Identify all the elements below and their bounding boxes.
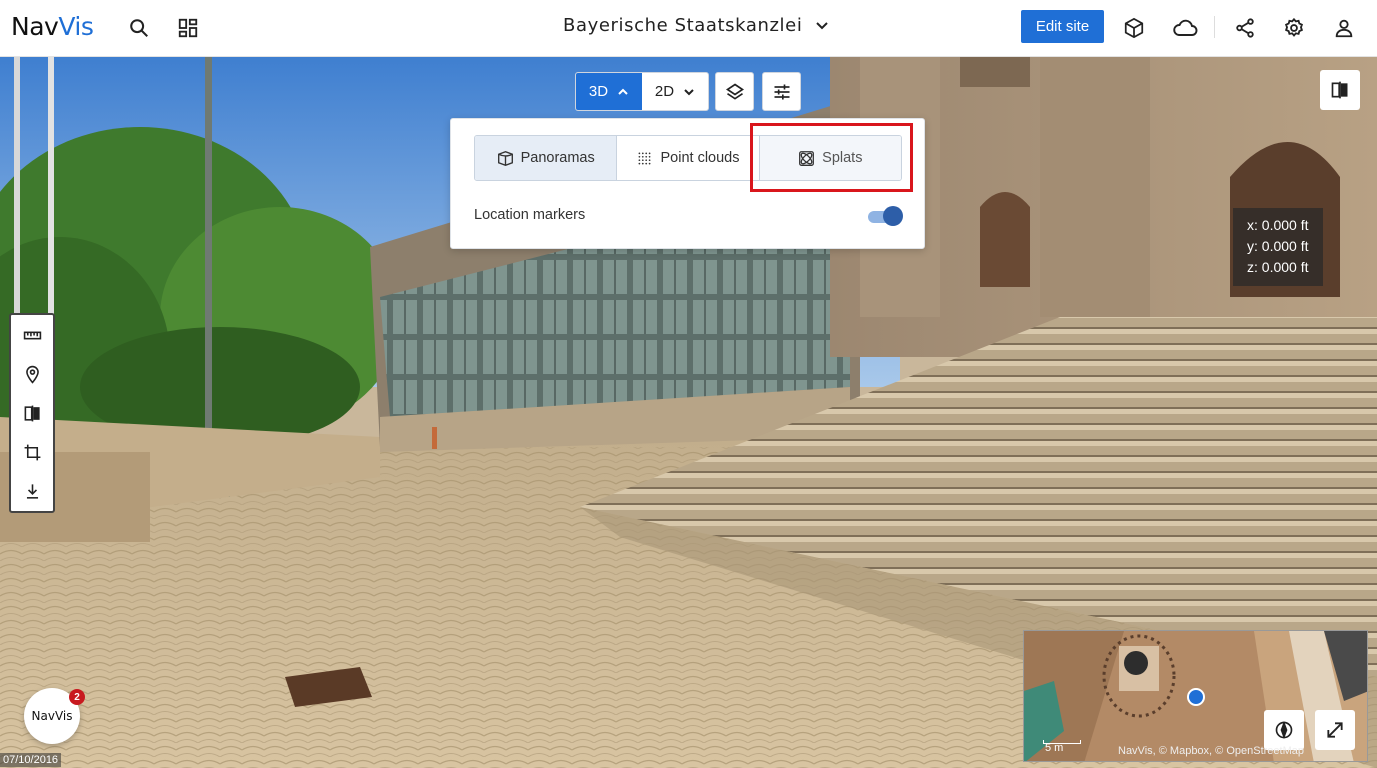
download-icon: [26, 483, 38, 499]
capture-date: 07/10/2016: [0, 753, 62, 767]
layer-option-point-clouds[interactable]: Point clouds: [617, 136, 760, 180]
filters-button[interactable]: [762, 72, 801, 111]
coord-z: z: 0.000 ft: [1247, 259, 1309, 275]
chevron-down-icon: [816, 21, 829, 29]
location-markers-toggle[interactable]: [868, 206, 903, 226]
layers-popover: Panoramas Point clouds Splats Location m…: [450, 118, 925, 249]
layers-icon: [725, 82, 744, 100]
share-icon[interactable]: [1230, 13, 1260, 43]
compare-tool-button[interactable]: [11, 393, 53, 433]
location-pin-icon: [25, 365, 39, 384]
poi-tool-button[interactable]: [11, 354, 53, 394]
splats-icon: [799, 150, 815, 166]
header-divider: [1214, 16, 1215, 38]
cloud-icon[interactable]: [1168, 13, 1202, 43]
expand-icon: [1327, 722, 1343, 738]
layer-option-label: Point clouds: [660, 150, 740, 166]
coord-x: x: 0.000 ft: [1247, 217, 1309, 233]
chevron-up-icon: [618, 88, 628, 95]
view-mode-switch: 3D 2D: [575, 72, 709, 111]
site-selector[interactable]: Bayerische Staatskanzlei: [563, 15, 830, 36]
measure-tool-button[interactable]: [11, 315, 53, 355]
point-cloud-icon: [639, 152, 651, 164]
ruler-icon: [23, 331, 41, 339]
compare-icon: [1331, 81, 1348, 99]
crop-icon: [24, 444, 40, 460]
minimap-compass-button[interactable]: [1264, 710, 1304, 750]
mode-3d-button[interactable]: 3D: [576, 73, 642, 110]
compare-icon: [24, 405, 40, 421]
layer-option-panoramas[interactable]: Panoramas: [475, 136, 618, 180]
cube-icon[interactable]: [1119, 13, 1149, 43]
layer-option-splats[interactable]: Splats: [759, 136, 901, 180]
layers-button[interactable]: [715, 72, 754, 111]
minimap-expand-button[interactable]: [1315, 710, 1355, 750]
logo-accent: Vis: [58, 12, 94, 41]
layer-type-selector: Panoramas Point clouds Splats: [474, 135, 902, 181]
user-icon[interactable]: [1329, 13, 1359, 43]
app-header: NavVis Bayerische Staatskanzlei Edit sit…: [0, 0, 1377, 57]
logo-main: Nav: [11, 12, 59, 41]
panorama-icon: [497, 150, 513, 166]
mode-3d-label: 3D: [588, 83, 609, 100]
download-tool-button[interactable]: [11, 471, 53, 511]
navvis-logo[interactable]: NavVis: [11, 12, 94, 41]
chat-label: NavVis: [31, 709, 73, 723]
mode-2d-button[interactable]: 2D: [642, 73, 708, 110]
settings-icon[interactable]: [1279, 13, 1309, 43]
layer-option-label: Splats: [822, 150, 863, 166]
left-toolbar: [9, 313, 55, 513]
compass-icon: [1275, 720, 1293, 740]
map-attribution[interactable]: NavVis, © Mapbox, © OpenStreetMap: [1118, 745, 1304, 757]
mode-2d-label: 2D: [654, 83, 675, 100]
search-icon[interactable]: [124, 13, 154, 43]
dashboard-icon[interactable]: [173, 13, 203, 43]
crop-tool-button[interactable]: [11, 432, 53, 472]
coordinates-readout: x: 0.000 ft y: 0.000 ft z: 0.000 ft: [1233, 208, 1323, 286]
coord-y: y: 0.000 ft: [1247, 238, 1309, 254]
sliders-icon: [774, 84, 789, 99]
scale-label: 5 m: [1045, 742, 1064, 754]
edit-site-button[interactable]: Edit site: [1021, 10, 1104, 43]
layer-option-label: Panoramas: [520, 150, 595, 166]
toggle-knob: [883, 206, 903, 226]
site-title: Bayerische Staatskanzlei: [563, 15, 803, 36]
location-markers-label: Location markers: [474, 207, 586, 223]
notification-badge: 2: [69, 689, 85, 705]
compare-view-button[interactable]: [1320, 70, 1360, 110]
chevron-down-icon: [684, 88, 694, 95]
